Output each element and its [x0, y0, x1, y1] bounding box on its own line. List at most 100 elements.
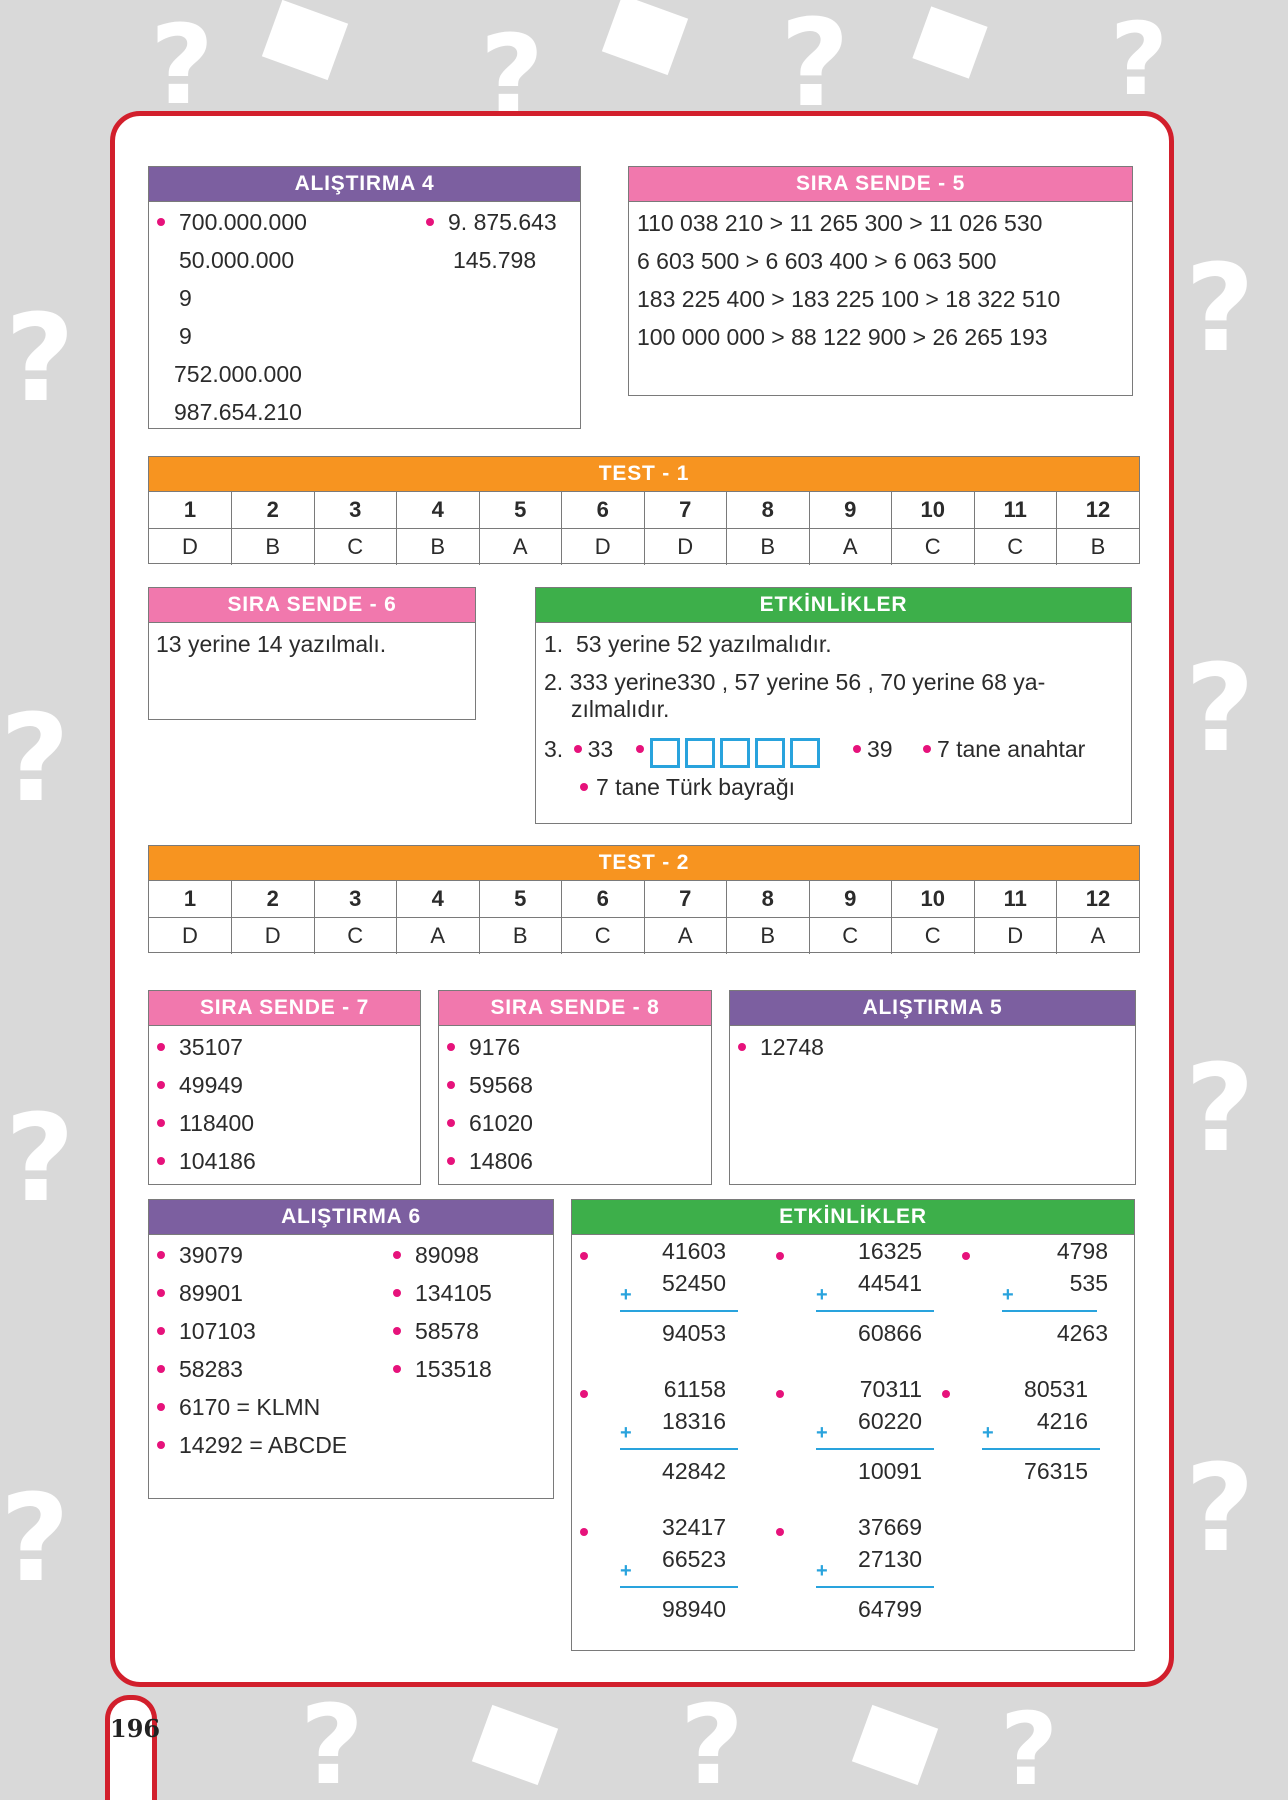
list-item: 61020: [447, 1104, 711, 1142]
bullet-icon: [447, 1080, 455, 1089]
bullet-icon: [157, 1042, 165, 1051]
bullet-icon: [942, 1390, 950, 1398]
alistirma-5-title: ALIŞTIRMA 5: [730, 991, 1135, 1026]
bullet-icon: [157, 1118, 165, 1127]
square-shape: [719, 737, 750, 768]
bullet-icon: [776, 1390, 784, 1398]
list-item: 58578: [393, 1312, 492, 1350]
paper-icon: [851, 1704, 939, 1786]
bullet-icon: [393, 1250, 401, 1259]
alistirma-5-box: ALIŞTIRMA 5 12748: [729, 990, 1136, 1185]
sum-line: [1002, 1310, 1097, 1312]
question-mark-icon: ?: [1000, 1691, 1059, 1800]
square-shape: [754, 737, 785, 768]
square-shape: [789, 737, 820, 768]
bullet-icon: [580, 782, 588, 791]
etkinlikler-1-box: ETKİNLİKLER 1. 53 yerine 52 yazılmalıdır…: [535, 587, 1132, 824]
list-item: 9176: [447, 1028, 711, 1066]
question-mark-icon: ?: [5, 1090, 75, 1229]
plus-sign: +: [620, 1560, 632, 1582]
plus-sign: +: [816, 1560, 828, 1582]
bullet-icon: [426, 217, 434, 226]
bullet-icon: [157, 217, 165, 226]
page-number: 196: [110, 1714, 161, 1743]
question-mark-icon: ?: [300, 1681, 364, 1800]
list-item: 49949: [157, 1066, 420, 1104]
question-mark-icon: ?: [1185, 240, 1255, 379]
list-item: 107103: [157, 1312, 347, 1350]
test-1-title: TEST - 1: [149, 457, 1139, 492]
bullet-icon: [157, 1156, 165, 1165]
question-mark-icon: ?: [0, 690, 70, 829]
bullet-icon: [157, 1250, 165, 1259]
bullet-icon: [157, 1440, 165, 1449]
square-shape: [649, 737, 680, 768]
plus-sign: +: [1002, 1284, 1014, 1306]
alistirma-6-title: ALIŞTIRMA 6: [149, 1200, 553, 1235]
list-item: 104186: [157, 1142, 420, 1180]
paper-icon: [601, 0, 689, 76]
question-mark-icon: ?: [780, 0, 850, 134]
list-item: 12748: [738, 1028, 1135, 1066]
square-boxes: [649, 732, 825, 770]
alistirma-6-box: ALIŞTIRMA 6 39079 89901 107103 58283 617…: [148, 1199, 554, 1499]
question-mark-icon: ?: [1185, 1440, 1255, 1579]
paper-icon: [471, 1704, 559, 1786]
bullet-icon: [580, 1252, 588, 1260]
sira-sende-8-title: SIRA SENDE - 8: [439, 991, 711, 1026]
test-2-box: TEST - 2 1 2 3 4 5 6 7 8 9 10 11 12 DDCABCABCCDA: [148, 845, 1140, 954]
bullet-icon: [447, 1042, 455, 1051]
list-item: 58283: [157, 1350, 347, 1388]
question-mark-icon: ?: [1110, 1, 1169, 118]
etkinlikler-1-title: ETKİNLİKLER: [536, 588, 1131, 623]
sira-sende-7-box: SIRA SENDE - 7 35107 49949 118400 104186: [148, 990, 421, 1185]
bullet-icon: [580, 1528, 588, 1536]
question-mark-icon: ?: [1185, 1040, 1255, 1179]
plus-sign: +: [620, 1422, 632, 1444]
test-2-table: 1 2 3 4 5 6 7 8 9 10 11 12 DDCABCABCCDA: [149, 881, 1139, 954]
list-item: 59568: [447, 1066, 711, 1104]
bullet-icon: [157, 1326, 165, 1335]
paper-icon: [912, 6, 988, 79]
sira-sende-8-box: SIRA SENDE - 8 9176 59568 61020 14806: [438, 990, 712, 1185]
sira-sende-5-lines: 110 038 210 > 11 265 300 > 11 026 530 6 …: [637, 210, 1061, 350]
list-item: 134105: [393, 1274, 492, 1312]
alistirma-4-box: ALIŞTIRMA 4 700.000.000 50.000.000 9 9 7…: [148, 166, 581, 429]
bullet-icon: [157, 1080, 165, 1089]
bullet-icon: [776, 1528, 784, 1536]
sira-sende-5-box: SIRA SENDE - 5 110 038 210 > 11 265 300 …: [628, 166, 1133, 396]
sum-line: [816, 1586, 934, 1588]
list-item: 14292 = ABCDE: [157, 1426, 347, 1464]
bullet-icon: [447, 1156, 455, 1165]
bullet-icon: [852, 744, 861, 753]
question-mark-icon: ?: [5, 290, 75, 429]
sum-line: [816, 1310, 934, 1312]
list-item: 6170 = KLMN: [157, 1388, 347, 1426]
sira-sende-6-box: SIRA SENDE - 6 13 yerine 14 yazılmalı.: [148, 587, 476, 720]
sum-line: [816, 1448, 934, 1450]
etkinlikler-2-box: ETKİNLİKLER 41603 52450 + 94053 16325 44…: [571, 1199, 1135, 1651]
plus-sign: +: [816, 1284, 828, 1306]
sum-line: [982, 1448, 1100, 1450]
bullet-icon: [635, 744, 644, 753]
test-2-title: TEST - 2: [149, 846, 1139, 881]
bullet-icon: [157, 1288, 165, 1297]
list-item: 35107: [157, 1028, 420, 1066]
list-item: 118400: [157, 1104, 420, 1142]
page-number-tab: 196: [105, 1695, 161, 1800]
sum-line: [620, 1310, 738, 1312]
plus-sign: +: [982, 1422, 994, 1444]
bullet-icon: [393, 1288, 401, 1297]
question-mark-icon: ?: [1185, 640, 1255, 779]
list-item: 89098: [393, 1236, 492, 1274]
bullet-icon: [738, 1042, 746, 1051]
sira-sende-6-title: SIRA SENDE - 6: [149, 588, 475, 623]
plus-sign: +: [620, 1284, 632, 1306]
etkinlikler-2-title: ETKİNLİKLER: [572, 1200, 1134, 1235]
plus-sign: +: [816, 1422, 828, 1444]
sum-line: [620, 1586, 738, 1588]
list-item: 39079: [157, 1236, 347, 1274]
alistirma-4-col1: 700.000.000 50.000.000 9 9 752.000.000 9…: [157, 203, 307, 431]
bullet-icon: [922, 744, 931, 753]
list-item: 14806: [447, 1142, 711, 1180]
